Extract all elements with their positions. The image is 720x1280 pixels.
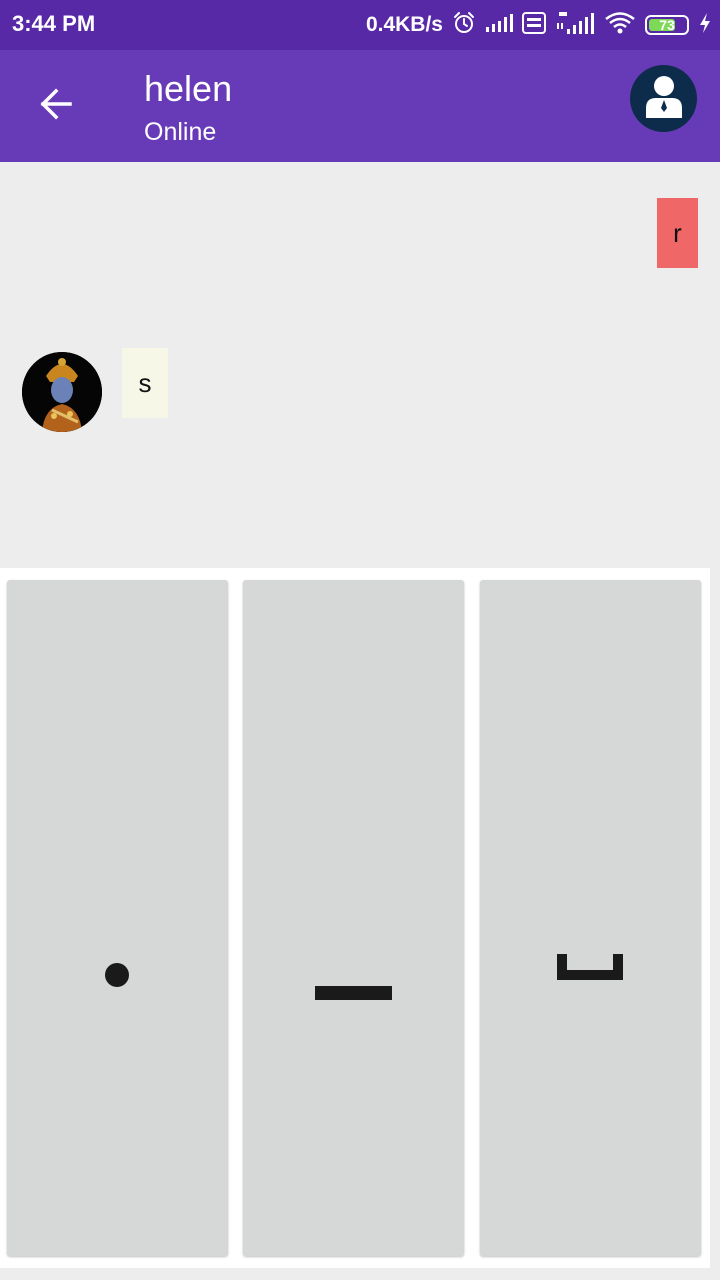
signal-4g-icon bbox=[555, 11, 595, 40]
battery-icon: 73 bbox=[645, 15, 689, 35]
status-bar: 3:44 PM 0.4KB/s 73 bbox=[0, 0, 720, 50]
alarm-icon bbox=[452, 11, 476, 40]
message-list[interactable]: r s bbox=[0, 162, 720, 568]
profile-button[interactable] bbox=[630, 65, 697, 132]
status-indicators: 0.4KB/s 73 bbox=[366, 9, 712, 41]
message-text: r bbox=[673, 217, 682, 248]
user-icon bbox=[644, 74, 684, 123]
contact-avatar[interactable] bbox=[22, 352, 102, 432]
arrow-back-icon bbox=[38, 86, 74, 127]
contact-name: helen bbox=[144, 68, 233, 109]
signal-icon bbox=[485, 13, 513, 38]
chat-header: helen Online bbox=[0, 50, 720, 162]
volte-icon bbox=[522, 11, 546, 39]
space-key[interactable] bbox=[480, 580, 701, 1256]
back-button[interactable] bbox=[26, 76, 86, 136]
status-time: 3:44 PM bbox=[12, 11, 96, 36]
dash-icon bbox=[315, 986, 392, 1000]
outgoing-message[interactable]: r bbox=[657, 198, 698, 268]
incoming-message[interactable]: s bbox=[122, 348, 168, 418]
wifi-icon bbox=[604, 11, 636, 40]
morse-keyboard bbox=[0, 568, 710, 1268]
space-icon bbox=[557, 954, 623, 980]
dash-key[interactable] bbox=[243, 580, 464, 1256]
battery-level: 73 bbox=[659, 17, 675, 33]
contact-status: Online bbox=[144, 118, 217, 146]
message-text: s bbox=[138, 367, 152, 398]
dot-icon bbox=[105, 963, 129, 987]
dot-key[interactable] bbox=[7, 580, 228, 1256]
network-speed: 0.4KB/s bbox=[365, 13, 443, 36]
charging-icon bbox=[698, 12, 712, 39]
